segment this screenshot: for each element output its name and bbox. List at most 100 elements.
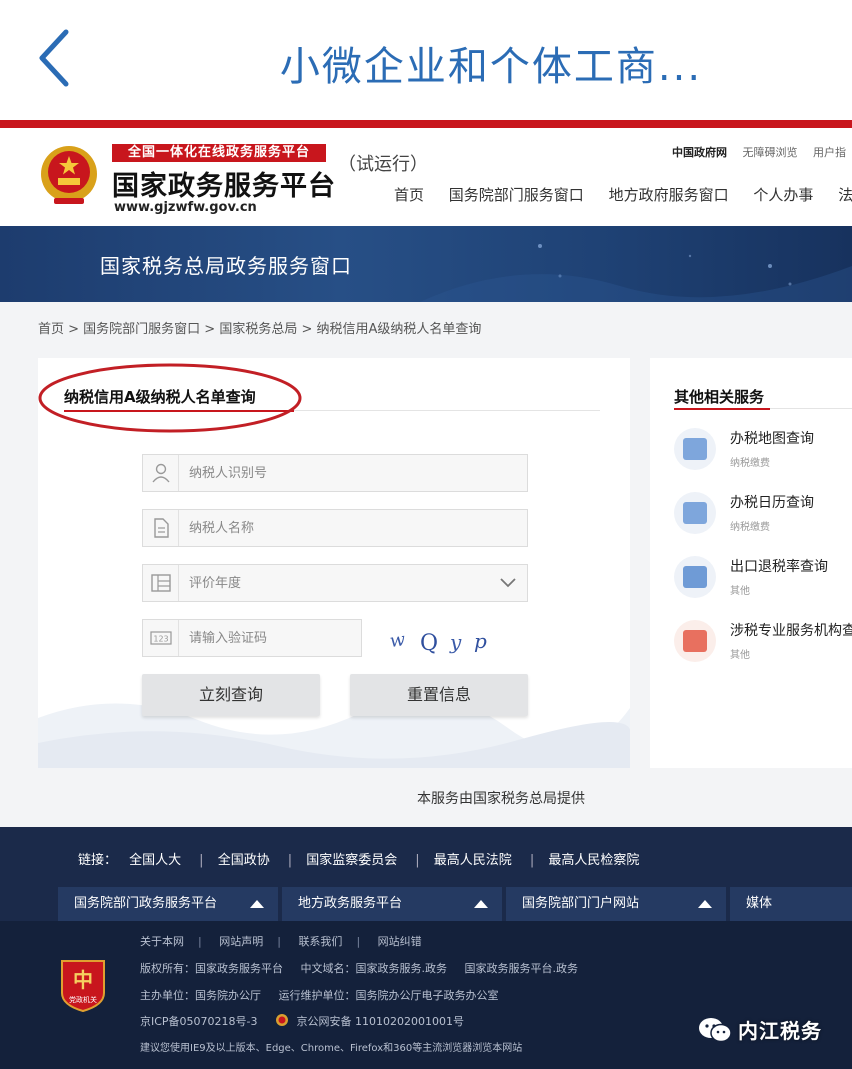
footer-link-npc[interactable]: 全国人大 <box>129 853 181 868</box>
header-divider <box>0 120 852 128</box>
chevron-down-icon[interactable] <box>499 575 517 591</box>
taxpayer-name-input[interactable] <box>189 518 489 538</box>
footer-bottom: 中 党政机关 关于本网 | 网站声明 | 联系我们 | 网站纠错 版权所有：国家政务服… <box>0 921 852 1069</box>
breadcrumb[interactable]: 首页 > 国务院部门服务窗口 > 国家税务总局 > 纳税信用A级纳税人名单查询 <box>38 318 481 337</box>
service-category: 其他 <box>730 586 750 597</box>
footer-link-court[interactable]: 最高人民法院 <box>434 853 512 868</box>
service-tax-map[interactable]: 办税地图查询 纳税缴费 <box>674 426 852 480</box>
calendar-grid-icon <box>143 565 179 601</box>
captcha-char-3: y <box>449 630 462 654</box>
reset-button[interactable]: 重置信息 <box>350 674 528 716</box>
party-gov-badge-icon[interactable]: 中 党政机关 <box>58 957 108 1013</box>
top-link-gov[interactable]: 中国政府网 <box>672 146 727 159</box>
badge-text: 党政机关 <box>69 995 97 1004</box>
service-tax-calendar[interactable]: 办税日历查询 纳税缴费 <box>674 490 852 544</box>
service-export-rebate[interactable]: 出口退税率查询 其他 <box>674 554 852 608</box>
footer-ops: 运行维护单位：国务院办公厅电子政务办公室 <box>278 989 499 1002</box>
taxpayer-name-field[interactable] <box>142 509 528 547</box>
captcha-char-1: w <box>388 629 407 652</box>
footer-select-dept-portal[interactable]: 国务院部门门户网站 <box>506 887 726 921</box>
national-emblem-icon <box>41 146 97 204</box>
platform-slogan: 全国一体化在线政务服务平台 <box>112 144 326 162</box>
footer-domain: 中文域名：国家政务服务.政务 <box>300 962 448 975</box>
export-icon <box>674 556 716 598</box>
calendar-icon <box>674 492 716 534</box>
top-links: 中国政府网 无障碍浏览 用户指 <box>672 144 852 160</box>
footer-police[interactable]: 京公网安备 11010202001001号 <box>297 1015 464 1028</box>
captcha-image[interactable]: w Q y p <box>388 622 508 658</box>
app-bar: 小微企业和个体工商... <box>0 0 852 120</box>
footer-icp[interactable]: 京ICP备05070218号-3 <box>140 1015 258 1028</box>
caret-up-icon <box>698 900 712 908</box>
footer-host-row: 主办单位：国务院办公厅 运行维护单位：国务院办公厅电子政务办公室 <box>140 987 513 1003</box>
footer-statement[interactable]: 网站声明 <box>219 935 263 948</box>
service-name: 办税日历查询 <box>730 495 814 511</box>
footer-browser-row: 建议您使用IE9及以上版本、Edge、Chrome、Firefox和360等主流… <box>140 1039 536 1054</box>
svg-text:中: 中 <box>73 968 93 992</box>
submit-query-button[interactable]: 立刻查询 <box>142 674 320 716</box>
evaluation-year-select[interactable] <box>142 564 528 602</box>
site-url: www.gjzwfw.gov.cn <box>114 200 257 215</box>
select-label: 国务院部门门户网站 <box>522 896 640 911</box>
footer-select-dept-platform[interactable]: 国务院部门政务服务平台 <box>58 887 278 921</box>
main-nav: 首页 国务院部门服务窗口 地方政府服务窗口 个人办事 法人 <box>394 184 852 205</box>
service-name: 办税地图查询 <box>730 431 814 447</box>
select-label: 国务院部门政务服务平台 <box>74 896 218 911</box>
document-icon <box>143 510 179 546</box>
app-title: 小微企业和个体工商... <box>279 44 703 90</box>
watermark: 内江税务 <box>698 1015 822 1044</box>
footer-icp-row: 京ICP备05070218号-3 京公网安备 11010202001001号 <box>140 1013 478 1029</box>
nav-local-gov[interactable]: 地方政府服务窗口 <box>609 186 729 204</box>
footer-link-cppcc[interactable]: 全国政协 <box>218 853 270 868</box>
captcha-field[interactable]: 123 <box>142 619 489 657</box>
captcha-char-4: p <box>474 629 487 653</box>
numeric-123-icon: 123 <box>143 620 179 656</box>
service-category: 纳税缴费 <box>730 458 770 469</box>
nav-legal-person[interactable]: 法人 <box>838 186 852 204</box>
evaluation-year-input[interactable] <box>189 573 489 593</box>
footer-report-error[interactable]: 网站纠错 <box>378 935 422 948</box>
background-hills <box>38 697 630 768</box>
service-org-icon <box>674 620 716 662</box>
svg-text:123: 123 <box>153 635 168 644</box>
taxpayer-id-input[interactable] <box>189 463 489 483</box>
top-link-user-guide[interactable]: 用户指 <box>813 146 846 159</box>
banner-title: 国家税务总局政务服务窗口 <box>100 254 352 278</box>
site-footer: 链接： 全国人大 | 全国政协 | 国家监察委员会 | 最高人民法院 | 最高人民检察院… <box>0 827 852 1069</box>
select-label: 地方政务服务平台 <box>298 896 403 911</box>
nav-home[interactable]: 首页 <box>394 186 424 204</box>
footer-link-procuratorate[interactable]: 最高人民检察院 <box>548 853 639 868</box>
footer-about-row: 关于本网 | 网站声明 | 联系我们 | 网站纠错 <box>140 935 422 948</box>
footer-contact[interactable]: 联系我们 <box>298 935 342 948</box>
service-name: 涉税专业服务机构查 <box>730 623 852 639</box>
related-title-rule <box>770 408 852 409</box>
nav-state-council-depts[interactable]: 国务院部门服务窗口 <box>449 186 584 204</box>
nav-personal[interactable]: 个人办事 <box>753 186 813 204</box>
footer-select-media[interactable]: 媒体 <box>730 887 852 921</box>
footer-links-label: 链接： <box>78 853 118 868</box>
related-title: 其他相关服务 <box>674 388 765 406</box>
footer-links: 链接： 全国人大 | 全国政协 | 国家监察委员会 | 最高人民法院 | 最高人民检察院 <box>78 853 640 868</box>
service-name: 出口退税率查询 <box>730 559 828 575</box>
footer-domain-2: 国家政务服务平台.政务 <box>464 962 579 975</box>
provided-by-note: 本服务由国家税务总局提供 <box>417 791 585 807</box>
taxpayer-id-field[interactable] <box>142 454 528 492</box>
site-name: 国家政务服务平台 <box>112 171 336 202</box>
footer-copyright: 版权所有：国家政务服务平台 <box>140 962 283 975</box>
service-tax-agency[interactable]: 涉税专业服务机构查 其他 <box>674 618 852 672</box>
hand-drawn-circle-annotation <box>38 363 302 433</box>
wechat-icon <box>699 1017 732 1042</box>
footer-copyright-row: 版权所有：国家政务服务平台 中文域名：国家政务服务.政务 国家政务服务平台.政务 <box>140 960 592 976</box>
related-services-card: 其他相关服务 办税地图查询 纳税缴费 办税日历查询 纳税缴费 出口退税率查询 其… <box>650 358 852 768</box>
captcha-char-2: Q <box>420 631 438 656</box>
top-link-accessibility[interactable]: 无障碍浏览 <box>743 146 798 159</box>
service-banner: 国家税务总局政务服务窗口 <box>0 226 852 302</box>
footer-about[interactable]: 关于本网 <box>140 935 184 948</box>
caret-up-icon <box>250 900 264 908</box>
footer-link-supervision[interactable]: 国家监察委员会 <box>306 853 397 868</box>
footer-select-local-platform[interactable]: 地方政务服务平台 <box>282 887 502 921</box>
map-icon <box>674 428 716 470</box>
site-header: 全国一体化在线政务服务平台 国家政务服务平台 www.gjzwfw.gov.cn… <box>0 128 852 226</box>
footer-browser-note: 建议您使用IE9及以上版本、Edge、Chrome、Firefox和360等主流… <box>140 1043 523 1054</box>
select-label: 媒体 <box>746 896 773 911</box>
